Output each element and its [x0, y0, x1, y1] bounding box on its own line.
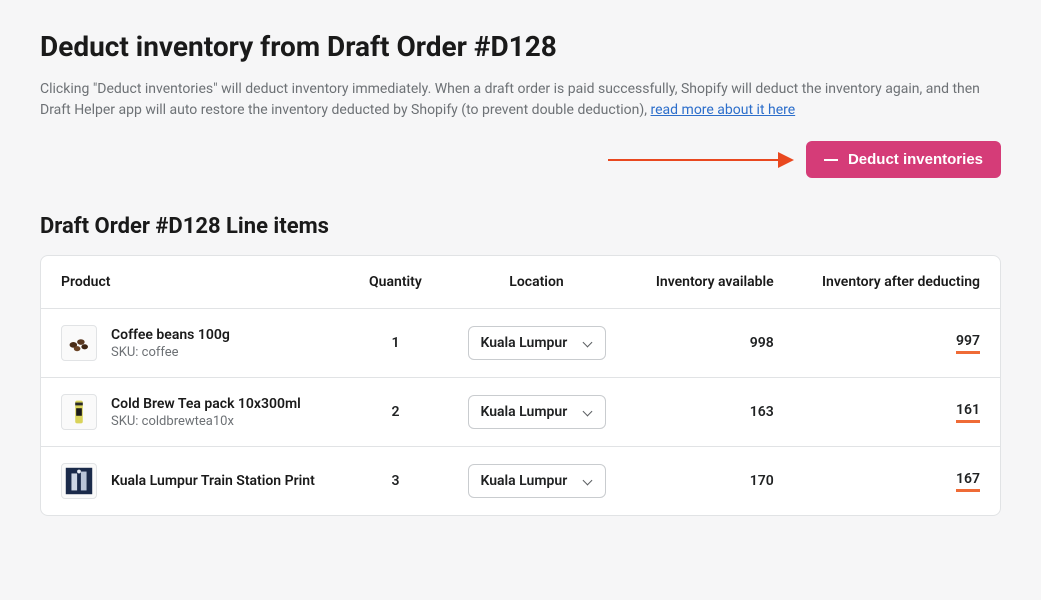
after-deduct-value: 997: [956, 333, 980, 354]
deduct-button-label: Deduct inventories: [848, 151, 983, 168]
location-select-value: Kuala Lumpur: [481, 404, 568, 420]
page-title: Deduct inventory from Draft Order #D128: [40, 30, 1001, 63]
after-deduct-value: 161: [956, 402, 980, 423]
col-after: Inventory after deducting: [794, 256, 1000, 309]
location-select[interactable]: Kuala Lumpur: [468, 464, 606, 498]
product-name: Cold Brew Tea pack 10x300ml: [111, 396, 301, 412]
action-row: Deduct inventories: [40, 141, 1001, 178]
location-select[interactable]: Kuala Lumpur: [468, 326, 606, 360]
product-thumbnail: [61, 463, 97, 499]
product-cell: Cold Brew Tea pack 10x300ml SKU: coldbre…: [61, 394, 327, 430]
quantity-cell: 2: [347, 378, 444, 447]
available-cell: 170: [629, 447, 793, 516]
product-sku: SKU: coldbrewtea10x: [111, 414, 301, 429]
chevron-down-icon: [583, 338, 593, 348]
table-title: Draft Order #D128 Line items: [40, 214, 1001, 239]
location-select[interactable]: Kuala Lumpur: [468, 395, 606, 429]
quantity-cell: 1: [347, 309, 444, 378]
deduct-inventories-button[interactable]: Deduct inventories: [806, 141, 1001, 178]
arrow-annotation: [608, 152, 794, 168]
table-row: Cold Brew Tea pack 10x300ml SKU: coldbre…: [41, 378, 1000, 447]
chevron-down-icon: [583, 407, 593, 417]
available-cell: 998: [629, 309, 793, 378]
page-description: Clicking "Deduct inventories" will deduc…: [40, 79, 1000, 121]
col-product: Product: [41, 256, 347, 309]
read-more-link[interactable]: read more about it here: [651, 102, 796, 118]
description-text: Clicking "Deduct inventories" will deduc…: [40, 81, 980, 118]
available-cell: 163: [629, 378, 793, 447]
product-name: Coffee beans 100g: [111, 327, 230, 343]
product-sku: SKU: coffee: [111, 345, 230, 360]
minus-icon: [824, 159, 838, 161]
product-name: Kuala Lumpur Train Station Print: [111, 473, 315, 489]
quantity-cell: 3: [347, 447, 444, 516]
line-items-table: Product Quantity Location Inventory avai…: [41, 256, 1000, 515]
location-select-value: Kuala Lumpur: [481, 335, 568, 351]
product-cell: Coffee beans 100g SKU: coffee: [61, 325, 327, 361]
line-items-table-card: Product Quantity Location Inventory avai…: [40, 255, 1001, 516]
product-thumbnail: [61, 325, 97, 361]
after-deduct-value: 167: [956, 471, 980, 492]
col-available: Inventory available: [629, 256, 793, 309]
product-thumbnail: [61, 394, 97, 430]
col-quantity: Quantity: [347, 256, 444, 309]
chevron-down-icon: [583, 476, 593, 486]
col-location: Location: [444, 256, 629, 309]
product-cell: Kuala Lumpur Train Station Print: [61, 463, 327, 499]
table-row: Kuala Lumpur Train Station Print 3 Kuala…: [41, 447, 1000, 516]
location-select-value: Kuala Lumpur: [481, 473, 568, 489]
table-row: Coffee beans 100g SKU: coffee 1 Kuala Lu…: [41, 309, 1000, 378]
